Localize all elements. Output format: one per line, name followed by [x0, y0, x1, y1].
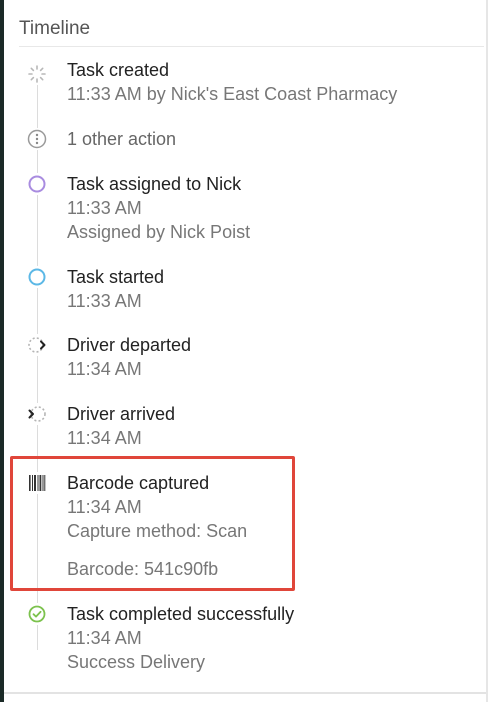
event-detail: 11:34 AM	[67, 428, 142, 448]
event-detail: 11:34 AM	[67, 359, 142, 379]
panel-bottom-border	[4, 692, 486, 694]
annotation-highlight-box	[10, 456, 295, 591]
spinner-icon	[26, 63, 48, 85]
event-detail: 11:33 AM	[67, 291, 142, 311]
event-title: Task created	[67, 60, 170, 80]
event-detail: 11:33 AM by Nick's East Coast Pharmacy	[67, 84, 398, 104]
event-title: Task assigned to Nick	[67, 174, 242, 194]
event-title: Driver departed	[67, 335, 192, 355]
window-edge	[0, 0, 4, 702]
arrived-icon	[26, 403, 48, 425]
title-divider	[19, 46, 484, 47]
event-title[interactable]: 1 other action	[67, 129, 176, 150]
purple-circle-icon	[26, 173, 48, 195]
event-title: Task completed successfully	[67, 604, 295, 624]
panel-title: Timeline	[19, 18, 91, 39]
event-title: Task started	[67, 267, 165, 287]
event-detail: Assigned by Nick Poist	[67, 222, 251, 242]
check-circle-icon	[26, 603, 48, 625]
departed-icon	[26, 334, 48, 356]
event-detail: Success Delivery	[67, 652, 206, 672]
event-title: Driver arrived	[67, 404, 176, 424]
more-dots-icon	[26, 128, 48, 150]
blue-circle-icon	[26, 266, 48, 288]
panel-right-border	[486, 0, 488, 702]
event-detail: 11:34 AM	[67, 628, 142, 648]
event-detail: 11:33 AM	[67, 198, 142, 218]
